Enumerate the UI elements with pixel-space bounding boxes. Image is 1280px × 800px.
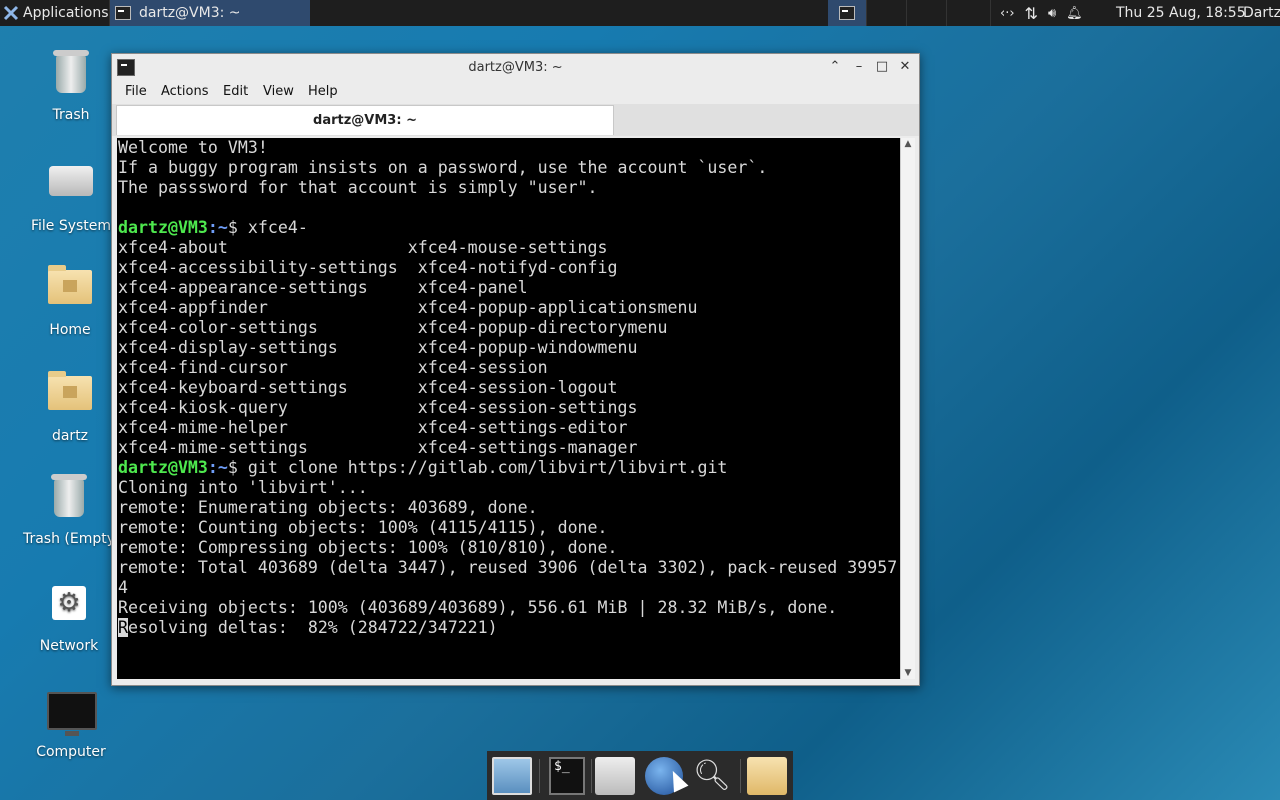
home-folder-icon[interactable] [595, 757, 635, 795]
terminal-line: xfce4-kiosk-query xfce4-session-settings [118, 398, 638, 417]
volume-icon[interactable]: 🔊︎ [1048, 6, 1056, 21]
app-finder-icon[interactable]: 🔍︎ [692, 757, 732, 795]
bottom-dock: $_ 🔍︎ [487, 751, 793, 800]
terminal-line: xfce4-color-settings xfce4-popup-directo… [118, 318, 668, 337]
terminal-line: Receiving objects: 100% (403689/403689),… [118, 598, 838, 617]
desktop-icon-label: Trash [52, 107, 90, 123]
applications-label: Applications [23, 5, 109, 21]
desktop-icon-label: Trash (Empty [22, 531, 116, 547]
menu-edit[interactable]: Edit [223, 84, 248, 99]
desktop-icon-label: Home [49, 322, 91, 338]
menu-actions[interactable]: Actions [161, 84, 209, 99]
terminal-scrollbar[interactable]: ▲ ▼ [900, 138, 915, 679]
shade-button[interactable]: ⌃ [828, 60, 842, 74]
desktop-icon-dartz[interactable]: dartz [20, 368, 120, 444]
terminal-line: remote: Compressing objects: 100% (810/8… [118, 538, 618, 557]
trash-icon [53, 50, 89, 93]
xfce-logo-icon [3, 5, 19, 21]
trash-icon [51, 474, 87, 517]
terminal-line: xfce4-find-cursor xfce4-session [118, 358, 548, 377]
terminal-prompt-line: dartz@VM3:~$ git clone https://gitlab.co… [118, 458, 728, 477]
desktop-icon-home[interactable]: Home [20, 262, 120, 338]
terminal-icon [115, 6, 131, 20]
terminal-line: xfce4-display-settings xfce4-popup-windo… [118, 338, 638, 357]
terminal-line: remote: Total 403689 (delta 3447), reuse… [118, 558, 898, 577]
show-desktop-icon[interactable] [492, 757, 532, 795]
scroll-down-arrow-icon[interactable]: ▼ [901, 667, 915, 679]
network-transfer-icon[interactable]: ⇅ [1025, 4, 1038, 23]
desktop-icon-trash[interactable]: Trash [21, 50, 121, 123]
drive-icon [49, 166, 93, 196]
workspace-switcher[interactable] [828, 0, 866, 26]
terminal-line: xfce4-accessibility-settings xfce4-notif… [118, 258, 618, 277]
terminal-line: xfce4-keyboard-settings xfce4-session-lo… [118, 378, 618, 397]
user-menu[interactable]: Dartz [1243, 5, 1280, 21]
system-tray: ‹·› ⇅ 🔊︎ 🔔︎ [1000, 0, 1093, 26]
notification-bell-icon[interactable]: 🔔︎ [1066, 6, 1083, 21]
scroll-up-arrow-icon[interactable]: ▲ [901, 138, 915, 150]
applications-menu-button[interactable]: Applications [0, 0, 110, 26]
terminal-line: xfce4-about xfce4-mouse-settings [118, 238, 608, 257]
files-folder-icon[interactable] [747, 757, 787, 795]
terminal-line: Welcome to VM3! [118, 138, 268, 157]
terminal-line: xfce4-mime-helper xfce4-settings-editor [118, 418, 628, 437]
menubar: File Actions Edit View Help [112, 82, 919, 104]
menu-view[interactable]: View [263, 84, 294, 99]
terminal-tab[interactable]: dartz@VM3: ~ [116, 105, 614, 135]
terminal-line: Resolving deltas: 82% (284722/347221) [118, 618, 498, 637]
desktop-icon-label: File System [30, 218, 112, 234]
desktop-icon-trash-empty[interactable]: Trash (Empty [19, 474, 119, 547]
desktop-icon-label: Network [39, 638, 99, 654]
desktop-icon-network[interactable]: ⚙ Network [19, 580, 119, 654]
workspace-window-icon [839, 6, 855, 20]
terminal-prompt-line: dartz@VM3:~$ xfce4- [118, 218, 308, 237]
terminal-line: remote: Counting objects: 100% (4115/411… [118, 518, 608, 537]
network-arrows-icon[interactable]: ‹·› [1000, 6, 1015, 21]
terminal-line: remote: Enumerating objects: 403689, don… [118, 498, 538, 517]
terminal-line: Cloning into 'libvirt'... [118, 478, 368, 497]
terminal-line: xfce4-appfinder xfce4-popup-applications… [118, 298, 698, 317]
window-title: dartz@VM3: ~ [468, 60, 563, 75]
gear-icon: ⚙ [52, 586, 86, 620]
desktop-icon-file-system[interactable]: File System [21, 156, 121, 234]
tab-bar: dartz@VM3: ~ [112, 104, 919, 136]
menu-help[interactable]: Help [308, 84, 338, 99]
desktop-icon-computer[interactable]: Computer [21, 686, 121, 760]
taskbar-terminal-title: dartz@VM3: ~ [139, 5, 241, 21]
desktop-icon-label: Computer [36, 744, 106, 760]
terminal-line: 4 [118, 578, 128, 597]
menu-file[interactable]: File [125, 84, 147, 99]
terminal-cursor: R [118, 618, 128, 637]
maximize-button[interactable]: □ [875, 60, 889, 74]
monitor-icon [47, 692, 97, 736]
top-panel: Applications dartz@VM3: ~ ‹·› ⇅ 🔊︎ 🔔︎ Th… [0, 0, 1280, 26]
terminal-line: The passsword for that account is simply… [118, 178, 598, 197]
terminal-output[interactable]: Welcome to VM3! If a buggy program insist… [117, 138, 900, 679]
terminal-line: If a buggy program insists on a password… [118, 158, 768, 177]
terminal-line: xfce4-appearance-settings xfce4-panel [118, 278, 528, 297]
close-button[interactable]: ✕ [898, 60, 912, 74]
minimize-button[interactable]: – [852, 60, 866, 74]
terminal-window: dartz@VM3: ~ ⌃ – □ ✕ File Actions Edit V… [111, 53, 920, 686]
taskbar-terminal-button[interactable]: dartz@VM3: ~ [110, 0, 310, 26]
clock[interactable]: Thu 25 Aug, 18:55 [1116, 5, 1246, 21]
terminal-line: xfce4-mime-settings xfce4-settings-manag… [118, 438, 638, 457]
terminal-icon[interactable]: $_ [549, 757, 585, 795]
home-folder-icon [48, 371, 92, 410]
window-titlebar[interactable]: dartz@VM3: ~ ⌃ – □ ✕ [112, 54, 919, 82]
desktop-icon-label: dartz [51, 428, 89, 444]
home-folder-icon [48, 265, 92, 304]
